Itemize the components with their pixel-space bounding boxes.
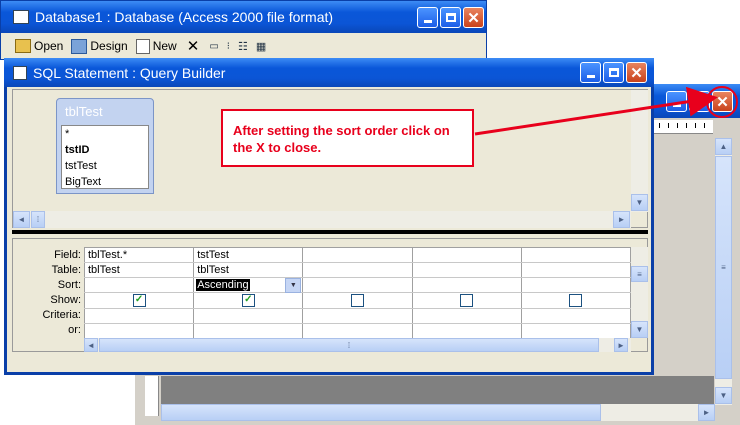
arrow-line [474,86,718,136]
callout-arrow [474,86,738,136]
highlight-circle [706,86,738,118]
